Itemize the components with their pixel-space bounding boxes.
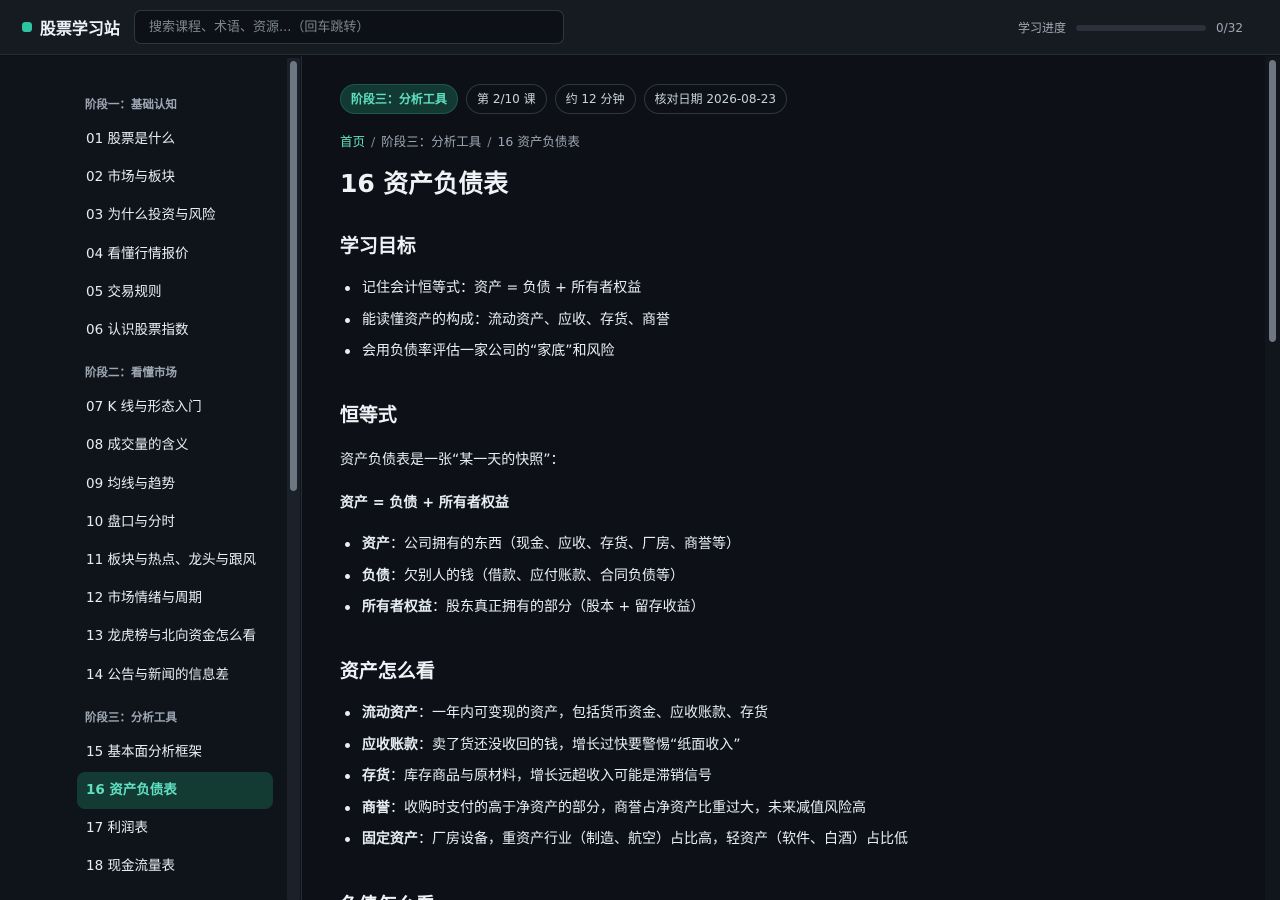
top-bar: 股票学习站 学习进度 0/32 [0,0,1280,55]
list-item: 所有者权益：股东真正拥有的部分（股本 + 留存收益） [345,592,740,624]
list-item: 资产：公司拥有的东西（现金、应收、存货、厂房、商誉等） [345,529,740,561]
section-heading-liabilities: 负债怎么看 [340,890,435,900]
progress-count: 0/32 [1216,20,1243,35]
identity-list: 资产：公司拥有的东西（现金、应收、存货、厂房、商誉等） 负债：欠别人的钱（借款、… [345,529,740,624]
stage-title: 阶段一：基础认知 [85,97,177,111]
page-title: 16 资产负债表 [340,169,509,198]
sidebar-item-lesson[interactable]: 16 资产负债表 [77,772,273,809]
breadcrumb: 首页 / 阶段三：分析工具/16 资产负债表 [340,134,580,149]
progress-label: 学习进度 [1018,21,1067,35]
stage-title: 阶段三：分析工具 [85,709,177,724]
list-item: 商誉：收购时支付的高于净资产的部分，商誉占净资产比重过大，未来减值风险高 [345,793,908,825]
sidebar-item-lesson[interactable]: 07 K 线与形态入门 [77,389,273,426]
app-title: 股票学习站 [40,19,121,38]
identity-intro: 资产负债表是一张“某一天的快照”： [340,452,565,468]
list-item: 应收账款：卖了货还没收回的钱，增长过快要警惕“纸面收入” [345,730,908,762]
sidebar-item-lesson[interactable]: 17 利润表 [77,810,273,847]
content-scrollbar[interactable] [1265,56,1280,900]
sidebar-item-lesson[interactable]: 14 公告与新闻的信息差 [77,657,273,694]
lesson-content: 阶段三：分析工具 第 2/10 课 约 12 分钟 核对日期 2026-08-2… [303,56,1280,900]
assets-list: 流动资产：一年内可变现的资产，包括货币资金、应收账款、存货 应收账款：卖了货还没… [345,698,908,856]
section-heading-identity: 恒等式 [340,404,398,426]
breadcrumb-home-link[interactable]: 首页 [340,134,365,149]
progress-bar [1076,24,1207,31]
breadcrumb-current: 16 资产负债表 [497,134,580,149]
sidebar-item-lesson[interactable]: 03 为什么投资与风险 [77,197,273,234]
section-heading-goals: 学习目标 [340,235,417,257]
list-item: 会用负债率评估一家公司的“家底”和风险 [345,336,670,368]
sidebar-item-lesson[interactable]: 01 股票是什么 [77,121,273,158]
identity-formula: 资产 = 负债 + 所有者权益 [340,495,509,511]
stage-badge: 阶段三：分析工具 [340,84,459,114]
goals-list: 记住会计恒等式：资产 = 负债 + 所有者权益 能读懂资产的构成：流动资产、应收… [345,273,670,368]
sidebar: 阶段一：基础认知 01 股票是什么 02 市场与板块 03 为什么投资与风险 04 看懂… [0,56,302,900]
list-item: 流动资产：一年内可变现的资产，包括货币资金、应收账款、存货 [345,698,908,730]
list-item: 记住会计恒等式：资产 = 负债 + 所有者权益 [345,273,670,305]
check-date-badge: 核对日期 2026-08-23 [643,84,788,114]
duration-badge: 约 12 分钟 [554,84,636,114]
sidebar-scrollbar[interactable] [287,58,300,900]
sidebar-item-lesson[interactable]: 15 基本面分析框架 [77,734,273,771]
search-input[interactable] [134,10,564,44]
sidebar-item-lesson[interactable]: 11 板块与热点、龙头与跟风 [77,542,273,579]
sidebar-item-lesson[interactable]: 12 市场情绪与周期 [77,580,273,617]
sidebar-item-lesson[interactable]: 18 现金流量表 [77,848,273,885]
list-item: 能读懂资产的构成：流动资产、应收、存货、商誉 [345,305,670,337]
sidebar-scrollbar-thumb[interactable] [290,61,297,491]
sidebar-item-lesson[interactable]: 05 交易规则 [77,274,273,311]
learning-progress: 学习进度 0/32 [1018,0,1243,55]
lesson-index-badge: 第 2/10 课 [466,84,547,114]
sidebar-item-lesson[interactable]: 09 均线与趋势 [77,466,273,503]
lesson-meta: 阶段三：分析工具 第 2/10 课 约 12 分钟 核对日期 2026-08-2… [340,84,1240,114]
logo-icon [22,22,32,32]
brand[interactable]: 股票学习站 [22,15,120,39]
sidebar-item-lesson[interactable]: 13 龙虎榜与北向资金怎么看 [77,618,273,655]
list-item: 负债：欠别人的钱（借款、应付账款、合同负债等） [345,561,740,593]
sidebar-item-lesson[interactable]: 06 认识股票指数 [77,312,273,349]
sidebar-item-lesson[interactable]: 04 看懂行情报价 [77,236,273,273]
content-scrollbar-thumb[interactable] [1269,60,1276,342]
breadcrumb-stage-link[interactable]: 阶段三：分析工具 [381,134,481,149]
list-item: 存货：库存商品与原材料，增长远超收入可能是滞销信号 [345,761,908,793]
stage-title: 阶段二：看懂市场 [85,365,177,380]
sidebar-item-lesson[interactable]: 10 盘口与分时 [77,504,273,541]
sidebar-item-lesson[interactable]: 08 成交量的含义 [77,427,273,464]
section-heading-assets: 资产怎么看 [340,660,436,682]
sidebar-item-lesson[interactable]: 02 市场与板块 [77,159,273,196]
list-item: 固定资产：厂房设备，重资产行业（制造、航空）占比高，轻资产（软件、白酒）占比低 [345,824,908,856]
